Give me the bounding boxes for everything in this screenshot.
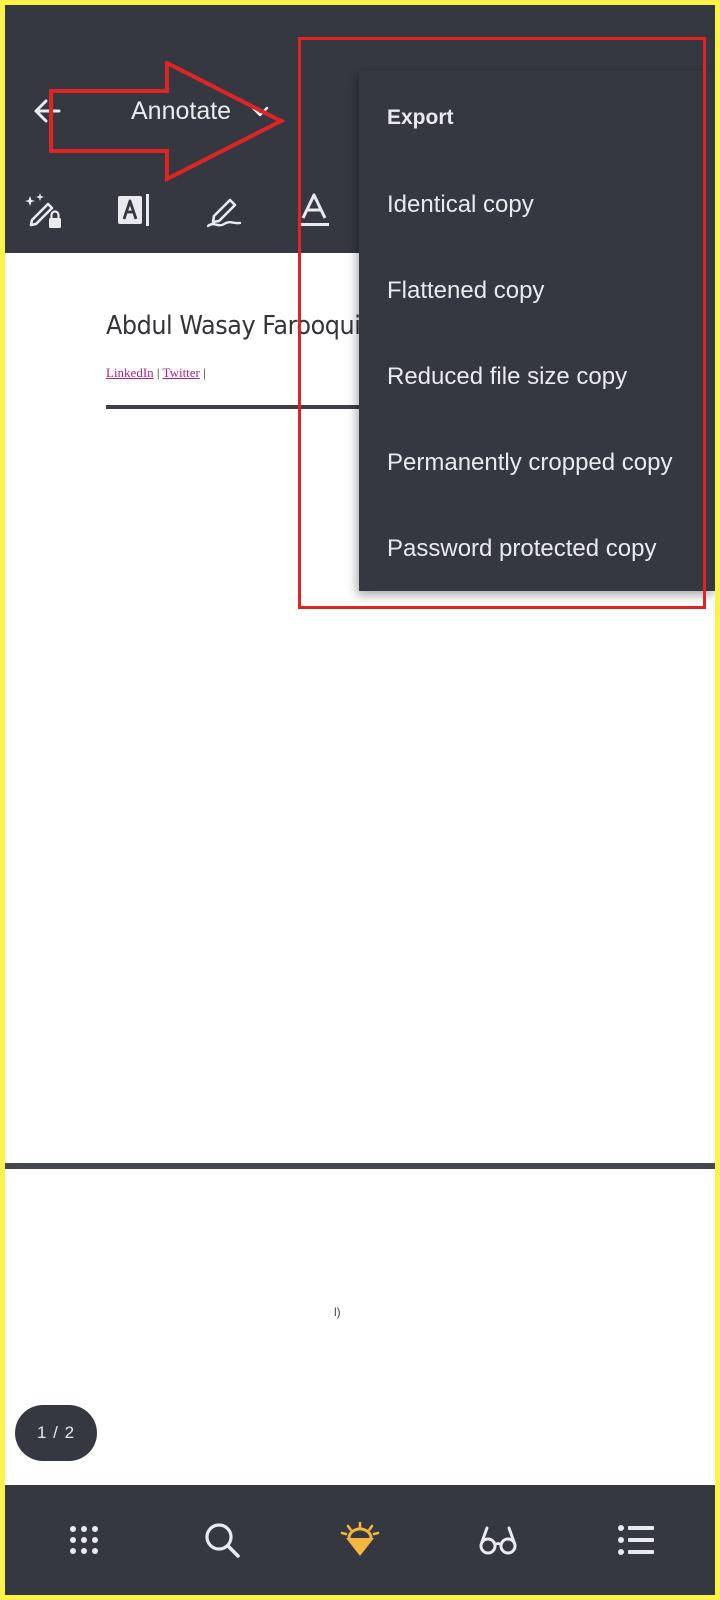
reading-mode-button[interactable] xyxy=(466,1508,530,1572)
search-button[interactable] xyxy=(190,1508,254,1572)
list-icon xyxy=(618,1525,654,1555)
page-separator xyxy=(5,1163,715,1169)
linkedin-link[interactable]: LinkedIn xyxy=(106,365,154,380)
lamp-button[interactable] xyxy=(328,1508,392,1572)
link-separator: | xyxy=(156,365,160,380)
page-indicator[interactable]: 1 / 2 xyxy=(15,1405,97,1461)
app-screen: Annotate Abdul Wasay Farooqui LinkedIn |… xyxy=(5,5,715,1595)
bottom-navigation xyxy=(5,1485,715,1595)
highlight-arrow xyxy=(49,61,285,183)
grid-icon xyxy=(70,1526,98,1554)
page-2-text-fragment: l) xyxy=(334,1305,341,1319)
signature-pen-icon[interactable] xyxy=(199,185,249,235)
highlight-box xyxy=(298,37,706,609)
link-separator: | xyxy=(203,365,206,380)
outline-button[interactable] xyxy=(604,1508,668,1572)
text-field-icon[interactable] xyxy=(109,185,159,235)
lamp-icon xyxy=(340,1521,380,1556)
twitter-link[interactable]: Twitter xyxy=(163,365,200,380)
magic-pen-lock-icon[interactable] xyxy=(19,185,69,235)
social-links: LinkedIn | Twitter | xyxy=(106,365,206,381)
annotation-toolbar xyxy=(19,185,339,235)
reading-glasses-icon xyxy=(479,1526,517,1555)
search-icon xyxy=(205,1523,240,1558)
grid-button[interactable] xyxy=(52,1508,116,1572)
